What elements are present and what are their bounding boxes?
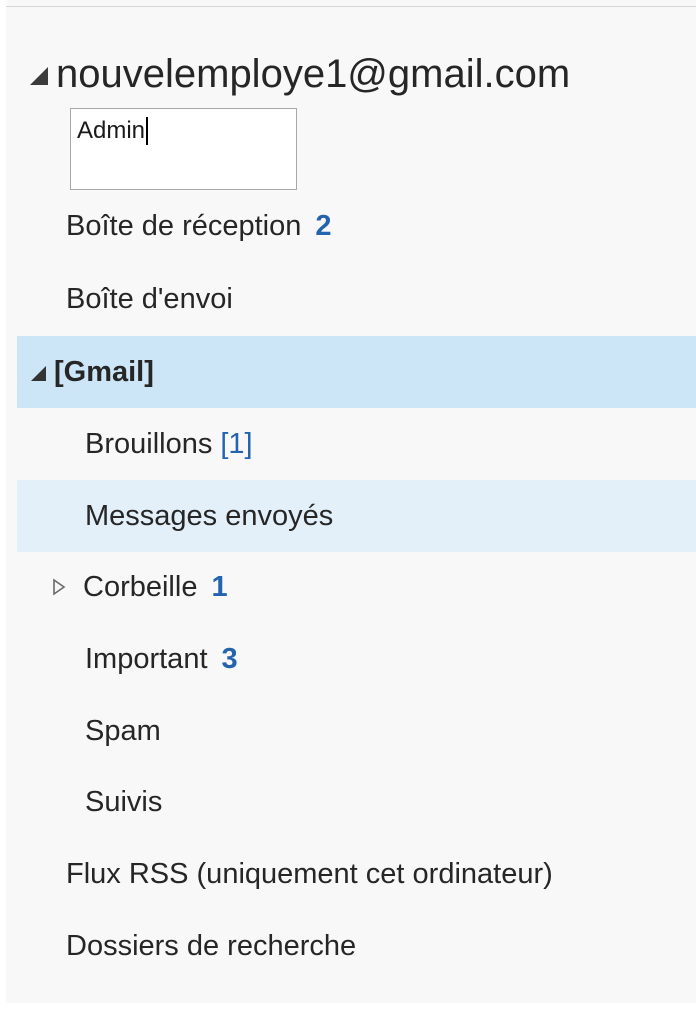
pane-left-edge [0, 0, 6, 1010]
folder-label: Important [85, 642, 208, 675]
folder-pane: nouvelemploye1@gmail.com Admin Boîte de … [0, 0, 696, 1010]
folder-item-important[interactable]: Important 3 [17, 623, 696, 695]
folder-item-drafts[interactable]: Brouillons [1] [17, 408, 696, 480]
folder-item-spam[interactable]: Spam [17, 695, 696, 767]
folder-label: Suivis [85, 785, 163, 818]
folder-rename-input[interactable]: Admin [77, 115, 149, 147]
folder-label: [Gmail] [54, 355, 154, 388]
folder-rename-field[interactable]: Admin [70, 108, 297, 190]
account-email: nouvelemploye1@gmail.com [56, 51, 571, 96]
folder-label: Boîte d'envoi [66, 282, 233, 315]
folder-item-starred[interactable]: Suivis [17, 766, 696, 838]
expand-triangle-down-icon[interactable] [30, 67, 48, 85]
folder-item-trash[interactable]: Corbeille 1 [17, 551, 696, 623]
folder-label: Spam [85, 714, 161, 747]
folder-label: Messages envoyés [85, 499, 334, 532]
folder-item-inbox[interactable]: Boîte de réception 2 [17, 190, 696, 262]
expand-triangle-down-icon[interactable] [31, 365, 46, 381]
folder-item-sent[interactable]: Messages envoyés [17, 480, 696, 552]
unread-count-badge: 2 [315, 209, 332, 242]
folder-item-gmail[interactable]: [Gmail] [17, 336, 696, 408]
folder-rename-value: Admin [77, 117, 146, 144]
draft-count-badge: [1] [220, 427, 253, 460]
text-caret [146, 117, 149, 145]
top-divider [6, 6, 696, 7]
bottom-edge [6, 1003, 696, 1010]
folder-label: Dossiers de recherche [66, 929, 357, 962]
collapse-triangle-right-icon[interactable] [52, 578, 66, 596]
account-header[interactable]: nouvelemploye1@gmail.com [30, 44, 570, 104]
folder-label: Brouillons [85, 427, 213, 460]
folder-label: Boîte de réception [66, 209, 302, 242]
unread-count-badge: 3 [221, 642, 238, 675]
folder-label: Corbeille [83, 570, 198, 603]
folder-item-rss[interactable]: Flux RSS (uniquement cet ordinateur) [17, 838, 696, 910]
folder-item-search[interactable]: Dossiers de recherche [17, 910, 696, 982]
folder-label: Flux RSS (uniquement cet ordinateur) [66, 857, 553, 890]
unread-count-badge: 1 [211, 570, 228, 603]
folder-item-outbox[interactable]: Boîte d'envoi [17, 263, 696, 335]
